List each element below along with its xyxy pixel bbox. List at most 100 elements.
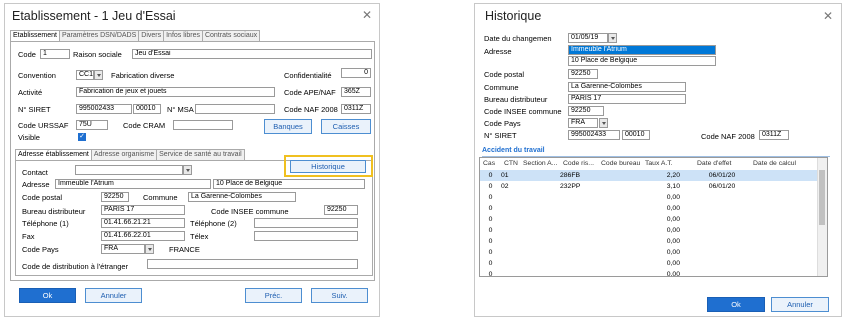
- convention-input[interactable]: CC1: [76, 70, 94, 80]
- grid-scrollbar[interactable]: [817, 158, 827, 276]
- telephone2-input[interactable]: [254, 218, 358, 228]
- tab-infos-libres[interactable]: Infos libres: [163, 30, 203, 41]
- fax-input[interactable]: 01.41.66.22.01: [101, 231, 185, 241]
- code-pays-dropdown[interactable]: [599, 118, 608, 128]
- siret-suffix-input[interactable]: 00010: [133, 104, 161, 114]
- col-code-risque[interactable]: Code ris...: [563, 158, 601, 169]
- code-pays-input[interactable]: FRA: [568, 118, 598, 128]
- siret-suffix-input[interactable]: 00010: [622, 130, 650, 140]
- code-ape-input[interactable]: 365Z: [341, 87, 371, 97]
- dialog-title: Etablissement - 1 Jeu d'Essai: [12, 9, 176, 23]
- contact-input[interactable]: [75, 165, 183, 175]
- code-insee-input[interactable]: 92250: [324, 205, 358, 215]
- siret-input[interactable]: 995002433: [568, 130, 620, 140]
- msa-input[interactable]: [195, 104, 275, 114]
- table-row[interactable]: 0 01 286FB 2,20 06/01/20: [480, 170, 827, 181]
- code-pays-dropdown[interactable]: [145, 244, 154, 254]
- etablissement-dialog: Etablissement - 1 Jeu d'Essai ✕ Etabliss…: [4, 3, 380, 317]
- date-changement-input[interactable]: 01/05/19: [568, 33, 608, 43]
- tab-parametres-dsn[interactable]: Paramètres DSN/DADS: [58, 30, 140, 41]
- col-date-calcul[interactable]: Date de calcul: [753, 158, 813, 169]
- close-icon[interactable]: ✕: [362, 8, 372, 22]
- visible-checkbox[interactable]: ✓: [78, 133, 86, 141]
- date-picker-icon[interactable]: [608, 33, 617, 43]
- adresse-input[interactable]: Immeuble l'Atrium: [568, 45, 716, 55]
- code-naf-input[interactable]: 0311Z: [759, 130, 789, 140]
- raison-sociale-input[interactable]: Jeu d'Essai: [132, 49, 372, 59]
- col-section[interactable]: Section A...: [523, 158, 563, 169]
- table-row[interactable]: 0 0,00: [480, 203, 827, 214]
- code-postal-input[interactable]: 92250: [568, 69, 598, 79]
- table-row[interactable]: 0 02 232PP 3,10 06/01/20: [480, 181, 827, 192]
- cram-input[interactable]: [173, 120, 233, 130]
- code-pays-input[interactable]: FRA: [101, 244, 145, 254]
- tab-adresse-organisme[interactable]: Adresse organisme: [90, 149, 158, 160]
- code-naf-2008-input[interactable]: 0311Z: [341, 104, 371, 114]
- tab-divers[interactable]: Divers: [138, 30, 165, 41]
- col-cas[interactable]: Cas: [480, 158, 504, 169]
- caisses-button[interactable]: Caisses: [321, 119, 371, 134]
- activite-input[interactable]: Fabrication de jeux et jouets: [76, 87, 275, 97]
- col-date-effet[interactable]: Date d'effet: [697, 158, 753, 169]
- table-row[interactable]: 0 0,00: [480, 247, 827, 258]
- table-row[interactable]: 0 0,00: [480, 225, 827, 236]
- convention-dropdown[interactable]: [94, 70, 103, 80]
- urssaf-label: Code URSSAF: [18, 121, 69, 130]
- telex-input[interactable]: [254, 231, 358, 241]
- historique-button[interactable]: Historique: [290, 160, 366, 173]
- suivant-button[interactable]: Suiv.: [311, 288, 368, 303]
- annuler-button[interactable]: Annuler: [771, 297, 829, 312]
- telex-label: Télex: [190, 232, 209, 241]
- cell-section: [520, 192, 560, 203]
- code-postal-input[interactable]: 92250: [101, 192, 129, 202]
- accident-travail-grid[interactable]: Cas CTN Section A... Code ris... Code bu…: [479, 157, 828, 277]
- distribution-etranger-input[interactable]: [147, 259, 358, 269]
- confidentialite-input[interactable]: 0: [341, 68, 371, 78]
- ok-button[interactable]: Ok: [19, 288, 76, 303]
- table-row[interactable]: 0 0,00: [480, 192, 827, 203]
- commune-input[interactable]: La Garenne-Colombes: [188, 192, 296, 202]
- cell-date-effet: [694, 269, 750, 276]
- cell-code-bureau: [598, 236, 642, 247]
- contact-dropdown[interactable]: [183, 165, 192, 175]
- code-pays-label: Code Pays: [484, 119, 521, 128]
- ok-button[interactable]: Ok: [707, 297, 765, 312]
- cell-code-risque: [560, 236, 598, 247]
- col-taux-at[interactable]: Taux A.T.: [645, 158, 697, 169]
- convention-name: Fabrication diverse: [111, 71, 175, 80]
- bureau-distributeur-input[interactable]: PARIS 17: [101, 205, 185, 215]
- cell-code-risque: 286FB: [560, 172, 581, 179]
- col-ctn[interactable]: CTN: [504, 158, 523, 169]
- telephone1-input[interactable]: 01.41.66.21.21: [101, 218, 185, 228]
- code-naf-label: Code NAF 2008: [701, 132, 755, 141]
- bureau-distributeur-input[interactable]: PARIS 17: [568, 94, 686, 104]
- table-row[interactable]: 0 0,00: [480, 214, 827, 225]
- urssaf-input[interactable]: 75U: [76, 120, 108, 130]
- precedent-button[interactable]: Préc.: [245, 288, 302, 303]
- annuler-button[interactable]: Annuler: [85, 288, 142, 303]
- adresse-input[interactable]: Immeuble l'Atrium: [55, 179, 211, 189]
- close-icon[interactable]: ✕: [823, 9, 833, 23]
- banques-button[interactable]: Banques: [264, 119, 312, 134]
- siret-input[interactable]: 995002433: [76, 104, 132, 114]
- table-row[interactable]: 0 0,00: [480, 236, 827, 247]
- col-code-bureau[interactable]: Code bureau: [601, 158, 645, 169]
- adresse2-input[interactable]: 10 Place de Belgique: [568, 56, 716, 66]
- cell-date-calcul: [750, 192, 810, 203]
- table-row[interactable]: 0 0,00: [480, 258, 827, 269]
- commune-input[interactable]: La Garenne-Colombes: [568, 82, 686, 92]
- table-row[interactable]: 0 0,00: [480, 269, 827, 276]
- cell-date-calcul: [750, 225, 810, 236]
- code-postal-label: Code postal: [484, 70, 525, 79]
- cell-date-calcul: [750, 269, 810, 276]
- code-input[interactable]: 1: [40, 49, 70, 59]
- code-insee-input[interactable]: 92250: [568, 106, 604, 116]
- cell-date-calcul: [750, 258, 810, 269]
- scrollbar-thumb[interactable]: [819, 170, 825, 225]
- cell-cas: 0: [488, 238, 493, 245]
- tab-contrats-sociaux[interactable]: Contrats sociaux: [201, 30, 261, 41]
- cell-section: [520, 247, 560, 258]
- adresse2-input[interactable]: 10 Place de Belgique: [213, 179, 365, 189]
- tab-service-sante[interactable]: Service de santé au travail: [156, 149, 245, 160]
- cell-ctn: [501, 236, 520, 247]
